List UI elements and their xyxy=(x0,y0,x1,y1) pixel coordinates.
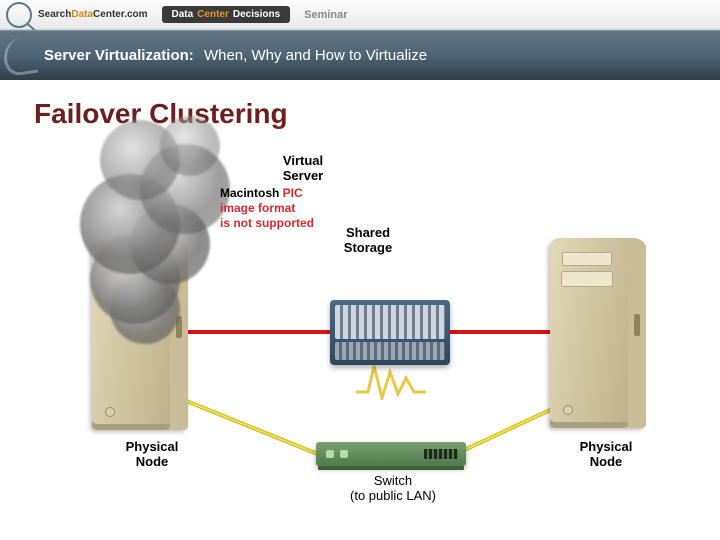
pill-word-3: Decisions xyxy=(233,9,280,20)
label-physical-node-right: Physical Node xyxy=(566,440,646,470)
sub-banner: Server Virtualization: When, Why and How… xyxy=(0,30,720,80)
label-virtual-server: Virtual Server xyxy=(268,154,338,184)
pict-line3: is not supported xyxy=(220,216,314,230)
banner-rest: When, Why and How to Virtualize xyxy=(204,47,427,64)
physical-node-right-icon xyxy=(550,238,646,428)
cable-storage-left xyxy=(186,330,334,334)
seminar-label: Seminar xyxy=(304,9,347,21)
pict-line1b: PIC xyxy=(283,186,303,200)
physical-node-left-icon xyxy=(92,240,188,430)
heartbeat-icon xyxy=(356,360,426,400)
brand-accent: Data xyxy=(71,9,93,20)
brand-prefix: Search xyxy=(38,9,71,20)
swoosh-icon xyxy=(4,35,38,78)
pict-line2: image format xyxy=(220,201,295,215)
slide-title: Failover Clustering xyxy=(0,80,720,130)
brand-search-datacenter: SearchDataCenter.com xyxy=(38,9,148,20)
cable-storage-right xyxy=(448,330,552,334)
label-physical-node-left: Physical Node xyxy=(112,440,192,470)
switch-icon xyxy=(316,442,466,466)
search-icon xyxy=(6,2,32,28)
banner-strong: Server Virtualization: xyxy=(44,47,194,64)
pill-data-center-decisions: Data Center Decisions xyxy=(162,6,291,23)
diagram-stage: Macintosh PIC image format is not suppor… xyxy=(0,130,720,540)
label-shared-storage: Shared Storage xyxy=(328,226,408,256)
pill-word-1: Data xyxy=(172,9,194,20)
brand-suffix: Center.com xyxy=(93,9,147,20)
pill-word-2: Center xyxy=(197,9,229,20)
top-bar: SearchDataCenter.com Data Center Decisio… xyxy=(0,0,720,30)
shared-storage-icon xyxy=(330,300,450,365)
label-switch: Switch (to public LAN) xyxy=(328,474,458,504)
pict-line1a: Macintosh xyxy=(220,186,283,200)
pict-error-text: Macintosh PIC image format is not suppor… xyxy=(220,186,316,231)
